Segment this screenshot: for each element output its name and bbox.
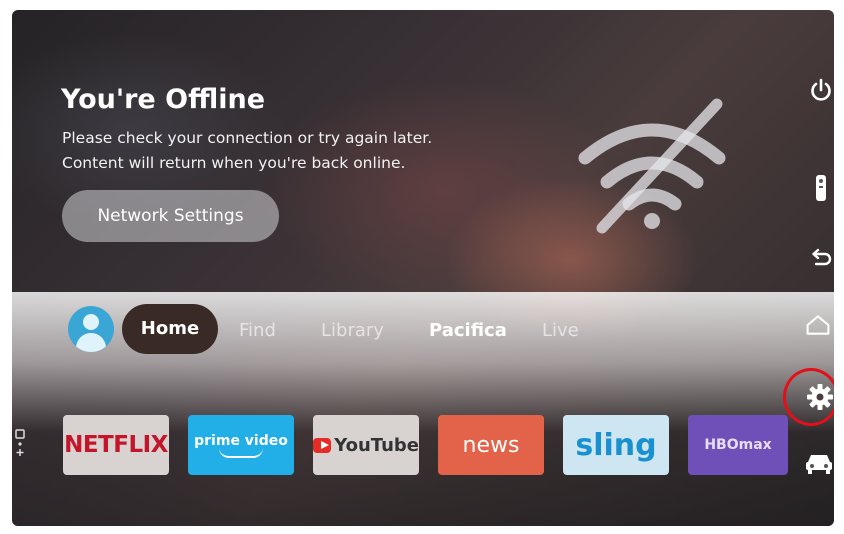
offline-message-line2: Content will return when you're back onl… [62, 154, 406, 172]
offline-message-line1: Please check your connection or try agai… [62, 129, 433, 147]
app-tile-hbomax[interactable]: HBOmax [688, 415, 788, 475]
settings-highlight-circle [783, 368, 834, 426]
app-tile-label: NETFLIX [64, 432, 168, 458]
app-tile-label: prime video [194, 432, 288, 449]
offline-title: You're Offline [61, 84, 266, 115]
nav-tab-find[interactable]: Find [239, 319, 276, 343]
nav-tab-home[interactable]: Home [122, 304, 218, 354]
user-avatar-icon[interactable] [68, 306, 114, 352]
app-tile-label: YouTube [334, 434, 419, 456]
input-source-icon [15, 429, 25, 456]
app-tile-sling[interactable]: sling [563, 415, 669, 475]
network-settings-button[interactable]: Network Settings [62, 190, 279, 242]
app-tile-youtube[interactable]: YouTube [313, 415, 419, 475]
app-tile-netflix[interactable]: NETFLIX [63, 415, 169, 475]
prime-smile-icon [219, 448, 263, 458]
home-icon[interactable] [805, 312, 831, 338]
youtube-play-icon [313, 437, 332, 453]
remote-icon[interactable] [808, 175, 834, 201]
power-icon[interactable] [808, 77, 834, 103]
app-tile-label: HBOmax [704, 437, 772, 453]
nav-tab-pacifica[interactable]: Pacifica [429, 319, 507, 343]
car-icon[interactable] [803, 450, 834, 476]
app-tile-prime-video[interactable]: prime video [188, 415, 294, 475]
nav-tab-live[interactable]: Live [542, 319, 579, 343]
app-tile-news[interactable]: news [438, 415, 544, 475]
back-icon[interactable] [808, 245, 834, 271]
nav-tab-library[interactable]: Library [321, 319, 384, 343]
app-tile-label: news [462, 432, 520, 458]
app-tile-label: sling [575, 427, 657, 463]
tv-screen: You're Offline Please check your connect… [12, 10, 834, 526]
wifi-off-icon [578, 98, 726, 234]
